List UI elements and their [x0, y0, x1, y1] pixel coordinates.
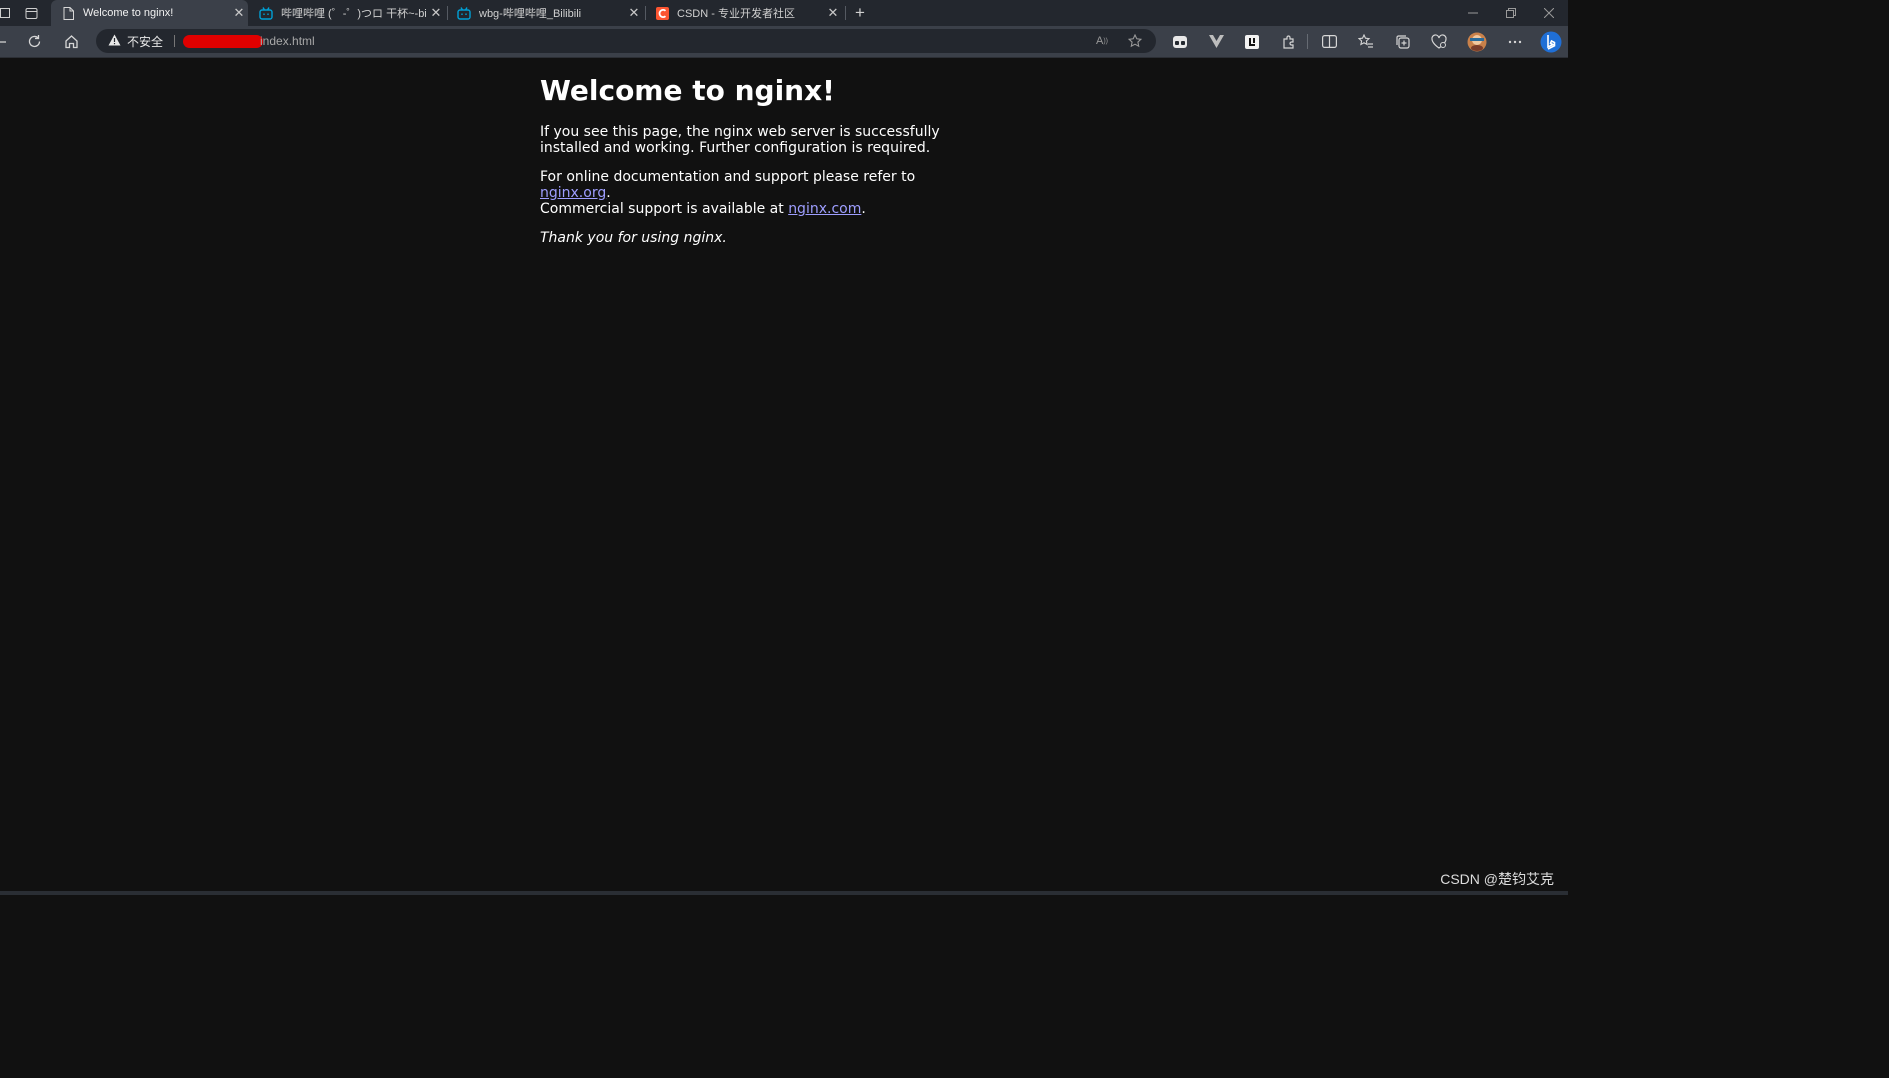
period: . [861, 201, 866, 217]
security-label: 不安全 [127, 34, 164, 49]
minimize-button[interactable] [1454, 0, 1492, 26]
content-divider [0, 57, 1568, 58]
tab-separator [845, 6, 846, 20]
tab-title: 哔哩哔哩 (゜-゜)つロ 干杯~-bilibili [281, 8, 427, 20]
profile-avatar[interactable] [1465, 30, 1489, 53]
nginx-com-link[interactable]: nginx.com [788, 201, 861, 217]
split-screen-icon[interactable] [1317, 30, 1341, 53]
support-text: For online documentation and support ple… [540, 169, 916, 185]
close-icon[interactable]: ✕ [625, 5, 643, 21]
period: . [606, 185, 611, 201]
bing-copilot-icon[interactable] [1538, 30, 1564, 53]
plus-icon: + [855, 3, 865, 22]
toolbar-divider [1307, 34, 1308, 49]
browser-essentials-icon[interactable] [1427, 30, 1451, 53]
favorites-icon[interactable] [1354, 30, 1378, 53]
url-text[interactable]: index.html [260, 29, 315, 53]
collections-icon[interactable] [1391, 30, 1415, 53]
commercial-text: Commercial support is available at [540, 201, 789, 217]
close-icon[interactable]: ✕ [230, 5, 248, 21]
tab-csdn[interactable]: CSDN - 专业开发者社区 ✕ [645, 0, 842, 26]
security-indicator[interactable]: 不安全 [108, 29, 163, 53]
tab-title: Welcome to nginx! [83, 7, 174, 19]
tab-bilibili-home[interactable]: 哔哩哔哩 (゜-゜)つロ 干杯~-bilibili ✕ [249, 0, 445, 26]
csdn-icon [655, 6, 669, 20]
tab-title: wbg-哔哩哔哩_Bilibili [479, 8, 582, 20]
vue-devtools-icon[interactable] [1204, 30, 1228, 53]
extension-icon[interactable] [1168, 30, 1192, 53]
close-icon[interactable]: ✕ [427, 5, 445, 21]
browser-toolbar: 不安全 index.html A)) [0, 26, 1568, 57]
tab-nginx[interactable]: Welcome to nginx! ✕ [51, 0, 248, 26]
close-icon[interactable]: ✕ [824, 5, 842, 21]
restore-button[interactable] [1492, 0, 1530, 26]
more-menu-icon[interactable] [1503, 30, 1527, 53]
vertical-tabs-icon[interactable] [20, 0, 42, 26]
csdn-watermark: CSDN @楚钧艾克 [1440, 871, 1554, 887]
bottom-edge [0, 891, 1568, 895]
thanks-text: Thank you for using nginx. [540, 230, 727, 246]
nginx-welcome-page: Welcome to nginx! If you see this page, … [540, 74, 980, 259]
bilibili-icon [457, 6, 471, 20]
extension-icon[interactable] [1240, 30, 1264, 53]
back-button[interactable] [0, 28, 14, 55]
tab-actions-icon[interactable] [0, 0, 16, 26]
nginx-org-link[interactable]: nginx.org [540, 185, 606, 201]
redacted-mark [183, 35, 263, 48]
address-bar[interactable]: 不安全 index.html A)) [96, 29, 1156, 53]
page-icon [61, 6, 75, 20]
extensions-puzzle-icon[interactable] [1277, 30, 1301, 53]
tab-bilibili-wbg[interactable]: wbg-哔哩哔哩_Bilibili ✕ [447, 0, 643, 26]
page-heading: Welcome to nginx! [540, 74, 835, 107]
tab-strip: Welcome to nginx! ✕ 哔哩哔哩 (゜-゜)つロ 干杯~-bil… [0, 0, 1568, 26]
new-tab-button[interactable]: + [850, 0, 870, 26]
close-window-button[interactable] [1530, 0, 1568, 26]
bilibili-icon [259, 6, 273, 20]
support-paragraph: For online documentation and support ple… [540, 169, 980, 217]
favorite-star-icon[interactable] [1124, 31, 1146, 51]
refresh-button[interactable] [20, 28, 48, 55]
address-separator [174, 35, 175, 47]
home-button[interactable] [57, 28, 85, 55]
warning-icon [108, 34, 121, 49]
tab-title: CSDN - 专业开发者社区 [677, 8, 795, 20]
read-aloud-icon[interactable]: A)) [1091, 31, 1113, 51]
intro-paragraph: If you see this page, the nginx web serv… [540, 124, 940, 156]
